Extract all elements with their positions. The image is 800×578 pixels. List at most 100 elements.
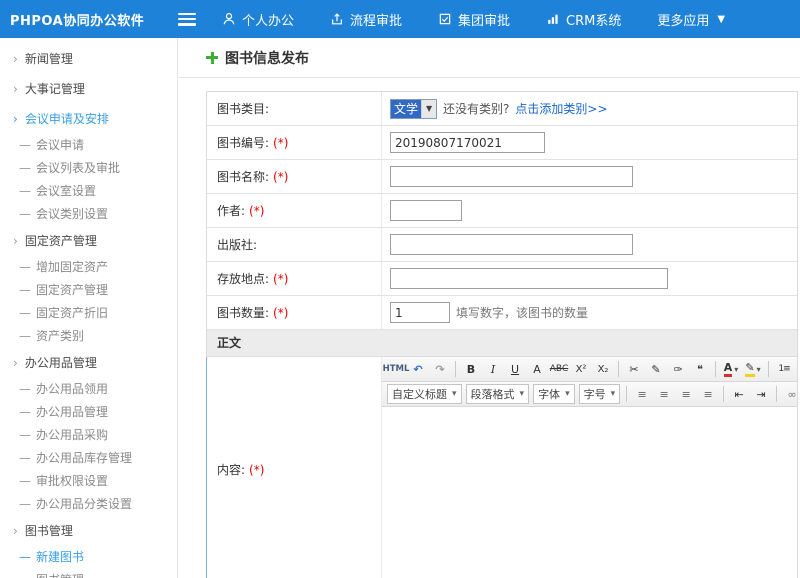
blockquote-button[interactable]: ❝ [690,359,710,379]
remove-format-button[interactable]: A [527,359,547,379]
select-arrow-icon[interactable]: ▼ [421,100,436,118]
book-name-field-cell [382,160,797,193]
dash-icon: — [19,428,31,442]
strikethrough-button[interactable]: ABC [549,359,569,379]
format-painter-button[interactable]: ✎ [646,359,666,379]
nav-crm-system[interactable]: CRM系统 [546,10,621,29]
align-right-button[interactable]: ≡ [676,384,696,404]
sidebar-group-0[interactable]: ›新闻管理 [0,44,177,74]
sidebar-group-4[interactable]: ›办公用品管理 [0,348,177,378]
sidebar-group-1[interactable]: ›大事记管理 [0,74,177,104]
align-center-button[interactable]: ≡ [654,384,674,404]
sidebar-group-label: 大事记管理 [25,82,85,96]
paste-button[interactable]: ✑ [668,359,688,379]
nav-group-approval[interactable]: 集团审批 [438,10,510,29]
dash-icon: — [19,207,31,221]
nav-process-approval[interactable]: 流程审批 [330,10,402,29]
category-select[interactable]: 文学 ▼ [390,99,437,119]
nav-more-apps[interactable]: 更多应用▼ [657,10,725,29]
sidebar-item[interactable]: —办公用品领用 [0,378,177,401]
category-label: 图书类目: [217,100,269,117]
italic-button[interactable]: I [483,359,503,379]
underline-button[interactable]: U [505,359,525,379]
sidebar: ›新闻管理›大事记管理›会议申请及安排—会议申请—会议列表及审批—会议室设置—会… [0,38,178,578]
sidebar-item[interactable]: —办公用品分类设置 [0,493,177,516]
select-label: 自定义标题 [392,386,447,402]
align-justify-button[interactable]: ≡ [698,384,718,404]
toolbar-separator [626,386,627,402]
ordered-list-icon: 1≡ [778,364,789,374]
main-content: 图书信息发布 图书类目: 文学 ▼ 还没有类别? 点击添加类别>> 图书编号: … [179,38,800,578]
sidebar-item[interactable]: —固定资产管理 [0,279,177,302]
caret-down-icon: ▾ [734,365,738,374]
sidebar-group-3[interactable]: ›固定资产管理 [0,226,177,256]
superscript-button[interactable]: X² [571,359,591,379]
sidebar-item[interactable]: —审批权限设置 [0,470,177,493]
format-painter-icon: ✎ [651,363,660,376]
indent-button[interactable]: ⇥ [751,384,771,404]
undo-button[interactable]: ↶ [408,359,428,379]
nav-personal-office[interactable]: 个人办公 [222,10,294,29]
superscript-icon: X² [576,364,587,375]
book-form: 图书类目: 文学 ▼ 还没有类别? 点击添加类别>> 图书编号: (*) [206,91,798,578]
book-number-label-cell: 图书编号: (*) [207,126,382,159]
ordered-list-button[interactable]: 1≡ [774,359,794,379]
location-input[interactable] [390,268,668,289]
form-row-book-number: 图书编号: (*) [207,126,797,160]
content-label: 内容: [217,461,245,478]
caret-down-icon: ▼ [717,14,725,25]
outdent-button[interactable]: ⇤ [729,384,749,404]
sidebar-item[interactable]: —图书管理 [0,569,177,578]
bold-button[interactable]: B [461,359,481,379]
sidebar-item[interactable]: —办公用品管理 [0,401,177,424]
publisher-label-cell: 出版社: [207,228,382,261]
unordered-list-button[interactable]: •≡ [796,359,797,379]
font-family-select[interactable]: 字体▾ [533,384,575,404]
highlight-color-button[interactable]: ✎▾ [743,359,763,379]
source-button[interactable]: HTML [386,359,406,379]
link-button[interactable]: ∞ [782,384,797,404]
custom-heading-select[interactable]: 自定义标题▾ [387,384,462,404]
sidebar-item[interactable]: —会议室设置 [0,180,177,203]
redo-button[interactable]: ↷ [430,359,450,379]
toolbar-separator [776,386,777,402]
sidebar-item[interactable]: —会议列表及审批 [0,157,177,180]
sidebar-item-label: 增加固定资产 [36,260,108,274]
caret-down-icon: ▾ [757,365,761,374]
dash-icon: — [19,260,31,274]
sidebar-group-2[interactable]: ›会议申请及安排 [0,104,177,134]
sidebar-item[interactable]: —会议类别设置 [0,203,177,226]
sidebar-item[interactable]: — 增加固定资产 [0,256,177,279]
dash-icon: — [19,405,31,419]
add-category-link[interactable]: 点击添加类别>> [515,100,607,117]
sidebar-item[interactable]: — 办公用品采购 [0,424,177,447]
form-row-quantity: 图书数量: (*) 填写数字，该图书的数量 [207,296,797,330]
sidebar-item[interactable]: —固定资产折旧 [0,302,177,325]
book-number-label: 图书编号: [217,134,269,151]
page-title: 图书信息发布 [225,48,309,68]
hamburger-icon[interactable] [178,13,196,26]
cut-button[interactable]: ✂ [624,359,644,379]
sidebar-item[interactable]: —会议申请 [0,134,177,157]
chevron-right-icon: › [13,52,18,66]
quantity-input[interactable] [390,302,450,323]
sidebar-group-5[interactable]: ›图书管理 [0,516,177,546]
font-size-select[interactable]: 字号▾ [579,384,621,404]
sidebar-item-label: 办公用品库存管理 [36,451,132,465]
book-name-input[interactable] [390,166,633,187]
sidebar-item[interactable]: —办公用品库存管理 [0,447,177,470]
blockquote-icon: ❝ [697,363,703,376]
sidebar-item-label: 办公用品采购 [36,428,108,442]
book-number-input[interactable] [390,132,545,153]
font-color-button[interactable]: A▾ [721,359,741,379]
align-left-button[interactable]: ≡ [632,384,652,404]
dash-icon: — [19,329,31,343]
author-input[interactable] [390,200,462,221]
publisher-input[interactable] [390,234,633,255]
sidebar-group-label: 图书管理 [25,524,73,538]
sidebar-item[interactable]: —资产类别 [0,325,177,348]
subscript-button[interactable]: X₂ [593,359,613,379]
paragraph-format-select[interactable]: 段落格式▾ [466,384,530,404]
sidebar-item[interactable]: —新建图书 [0,546,177,569]
editor-content-area[interactable] [382,407,797,578]
